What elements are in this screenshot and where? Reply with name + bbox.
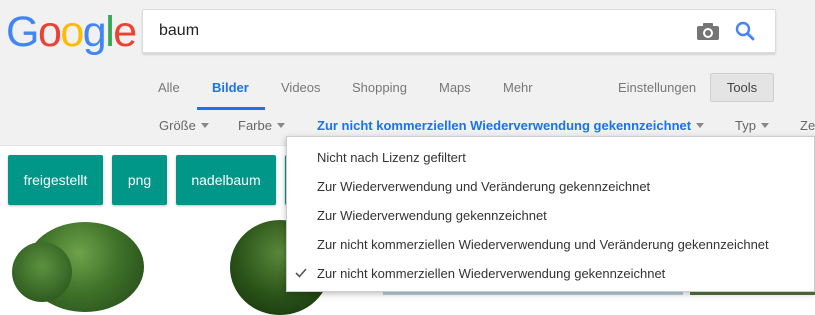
filter-type[interactable]: Typ <box>735 118 769 133</box>
settings-link[interactable]: Einstellungen <box>618 80 696 95</box>
tab-maps[interactable]: Maps <box>439 80 471 95</box>
tab-bilder[interactable]: Bilder <box>212 80 249 95</box>
license-option-selected[interactable]: Zur nicht kommerziellen Wiederverwendung… <box>317 266 665 281</box>
filter-size[interactable]: Größe <box>159 118 209 133</box>
caret-down-icon <box>276 123 285 128</box>
chip-freigestellt[interactable]: freigestellt <box>8 155 103 205</box>
search-box <box>142 9 776 53</box>
license-dropdown-menu: Nicht nach Lizenz gefiltert Zur Wiederve… <box>286 136 815 292</box>
tab-mehr[interactable]: Mehr <box>503 80 533 95</box>
filter-size-label: Größe <box>159 118 196 133</box>
chip-png[interactable]: png <box>112 155 167 205</box>
license-option[interactable]: Zur nicht kommerziellen Wiederverwendung… <box>317 237 769 252</box>
tab-videos[interactable]: Videos <box>281 80 321 95</box>
logo-letter: e <box>113 8 137 56</box>
filter-type-label: Typ <box>735 118 756 133</box>
search-input[interactable] <box>159 20 659 42</box>
checkmark-icon <box>295 268 307 278</box>
license-option[interactable]: Zur Wiederverwendung und Veränderung gek… <box>317 179 650 194</box>
filter-color[interactable]: Farbe <box>238 118 285 133</box>
license-option[interactable]: Zur Wiederverwendung gekennzeichnet <box>317 208 547 223</box>
tab-alle[interactable]: Alle <box>158 80 180 95</box>
caret-down-icon <box>696 123 705 128</box>
tab-shopping[interactable]: Shopping <box>352 80 407 95</box>
camera-icon[interactable] <box>695 21 721 41</box>
logo-letter: l <box>105 8 115 56</box>
caret-down-icon <box>760 123 769 128</box>
caret-down-icon <box>200 123 209 128</box>
filter-time[interactable]: Ze <box>800 118 815 133</box>
active-tab-indicator <box>197 107 265 110</box>
filter-license[interactable]: Zur nicht kommerziellen Wiederverwendung… <box>317 118 705 133</box>
logo-letter: o <box>60 8 84 56</box>
filter-license-label: Zur nicht kommerziellen Wiederverwendung… <box>317 118 692 133</box>
logo-letter: G <box>6 8 39 56</box>
logo-letter: o <box>37 8 62 56</box>
license-option[interactable]: Nicht nach Lizenz gefiltert <box>317 150 466 165</box>
search-icon[interactable] <box>734 20 756 42</box>
tools-button[interactable]: Tools <box>710 73 774 102</box>
filter-time-label: Ze <box>800 118 815 133</box>
logo-letter: g <box>82 8 107 56</box>
google-logo[interactable]: Google <box>6 8 137 56</box>
chip-nadelbaum[interactable]: nadelbaum <box>176 155 276 205</box>
image-result-tree[interactable] <box>0 212 170 312</box>
filter-color-label: Farbe <box>238 118 272 133</box>
